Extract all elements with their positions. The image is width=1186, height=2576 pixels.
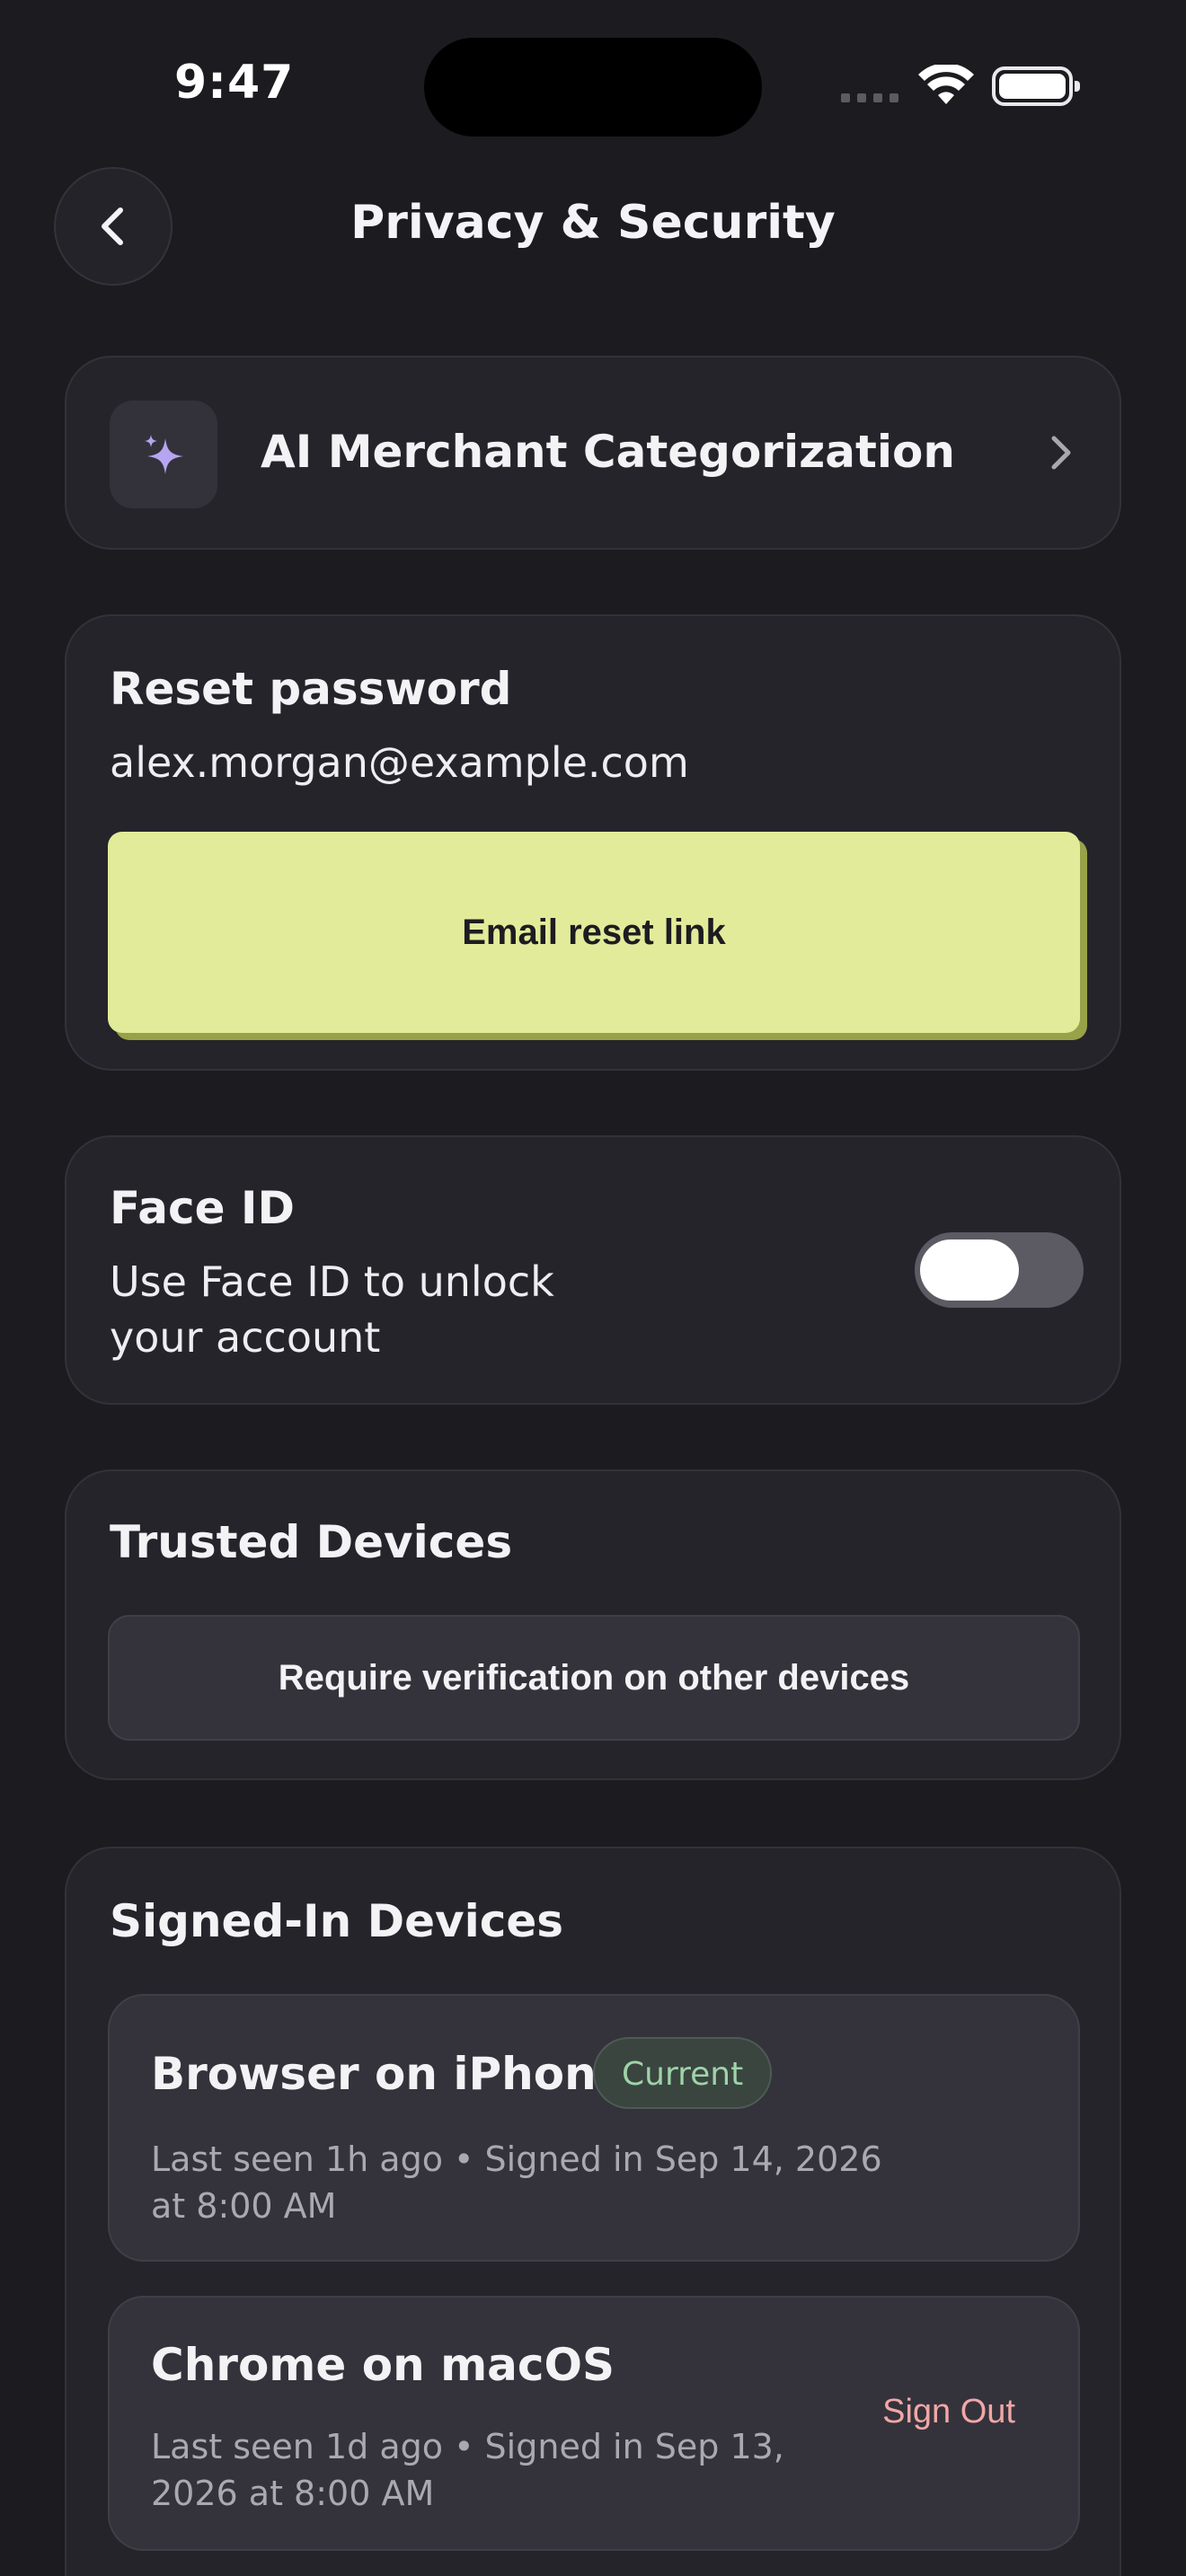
trusted-devices-title: Trusted Devices (110, 1516, 513, 1568)
page-title: Privacy & Security (350, 196, 836, 250)
require-verification-button[interactable]: Require verification on other devices (108, 1615, 1080, 1741)
chevron-right-icon (1051, 436, 1071, 470)
device-last-seen: Last seen 1h ago • Signed in Sep 14, 202… (151, 2139, 882, 2226)
face-id-description: Use Face ID to unlock your account (110, 1257, 554, 1362)
signed-in-devices-card: Signed-In Devices Browser on iPhone Curr… (65, 1847, 1121, 2576)
email-reset-link-button[interactable]: Email reset link (108, 832, 1080, 1033)
battery-icon (992, 66, 1080, 106)
ai-merchant-categorization-row[interactable]: AI Merchant Categorization (65, 356, 1121, 550)
face-id-card: Face ID Use Face ID to unlock your accou… (65, 1135, 1121, 1405)
ai-icon-container (110, 401, 217, 508)
cellular-signal-icon (841, 93, 898, 102)
toggle-knob (920, 1239, 1019, 1301)
privacy-security-screen: 9:47 Privacy & Security AI Merchant Cate… (0, 0, 1186, 2576)
ai-merchant-categorization-title: AI Merchant Categorization (261, 426, 955, 478)
reset-password-title: Reset password (110, 663, 512, 715)
device-name: Chrome on macOS (151, 2339, 615, 2391)
current-device-badge: Current (593, 2037, 773, 2109)
trusted-devices-card: Trusted Devices Require verification on … (65, 1469, 1121, 1780)
status-time: 9:47 (174, 56, 295, 110)
sparkle-icon (145, 435, 183, 474)
sign-out-button[interactable]: Sign Out (882, 2393, 1015, 2431)
status-bar: 9:47 (0, 0, 1186, 171)
account-email: alex.morgan@example.com (110, 738, 689, 787)
wifi-icon (918, 65, 974, 104)
dynamic-island (424, 38, 762, 137)
face-id-title: Face ID (110, 1182, 296, 1234)
device-list-item: Chrome on macOS Last seen 1d ago • Signe… (108, 2296, 1080, 2551)
device-last-seen: Last seen 1d ago • Signed in Sep 13, 202… (151, 2427, 784, 2513)
device-name: Browser on iPhone (151, 2048, 627, 2100)
device-list-item: Browser on iPhone Current Last seen 1h a… (108, 1994, 1080, 2262)
signed-in-devices-title: Signed-In Devices (110, 1895, 564, 1947)
face-id-toggle[interactable] (915, 1232, 1084, 1308)
reset-password-card: Reset password alex.morgan@example.com E… (65, 614, 1121, 1071)
